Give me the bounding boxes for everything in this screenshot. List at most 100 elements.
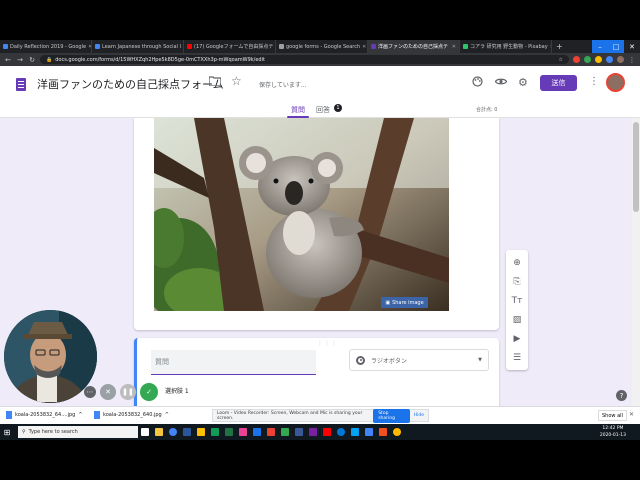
taskbar-app-icon[interactable] <box>194 424 208 440</box>
send-button[interactable]: 送信 <box>540 75 577 91</box>
favicon-icon <box>463 44 468 49</box>
taskbar-app-icon[interactable] <box>166 424 180 440</box>
browser-tab[interactable]: 洋画ファンのための自己採点テ ✕ <box>368 40 460 53</box>
taskbar-app-icon[interactable] <box>334 424 348 440</box>
add-image-icon[interactable]: ▨ <box>506 315 528 325</box>
close-tab-icon[interactable]: ✕ <box>452 44 456 50</box>
back-icon[interactable]: ← <box>4 56 12 64</box>
system-clock[interactable]: 12:42 PM 2020-01-13 <box>600 425 626 439</box>
windows-start-icon[interactable]: ⊞ <box>0 424 14 440</box>
download-item[interactable]: koala-2053832_64....jpg ^ <box>6 411 83 419</box>
clock-time: 12:42 PM <box>602 426 624 431</box>
question-type-dropdown[interactable]: ラジオボタン ▼ <box>349 349 489 371</box>
browser-tab[interactable]: google forms - Google Search ✕ <box>276 40 368 53</box>
taskbar-app-icon[interactable] <box>390 424 404 440</box>
recording-controls: ⋯ ✕ ❚❚ ✓ <box>84 383 158 401</box>
forms-logo-icon[interactable] <box>16 78 26 91</box>
close-tab-icon[interactable]: ✕ <box>362 44 366 50</box>
taskbar-app-icon[interactable] <box>264 424 278 440</box>
pause-icon[interactable]: ❚❚ <box>120 384 136 400</box>
favicon-icon <box>279 44 284 49</box>
add-section-icon[interactable]: ☰ <box>506 353 528 363</box>
browser-tab[interactable]: コアラ 研究用 野生動物 - Pixabay✕ <box>460 40 552 53</box>
taskbar-app-icon[interactable] <box>362 424 376 440</box>
extension-icon[interactable] <box>595 56 602 63</box>
stop-sharing-button[interactable]: Stop sharing <box>373 408 410 423</box>
extension-icon[interactable] <box>606 56 613 63</box>
taskbar-app-icon[interactable] <box>208 424 222 440</box>
tab-responses[interactable]: 回答 <box>316 105 330 115</box>
taskbar-app-icon[interactable] <box>138 424 152 440</box>
taskbar-app-icon[interactable] <box>180 424 194 440</box>
taskbar-search[interactable]: ⚲ Type here to search <box>18 426 138 438</box>
scroll-thumb[interactable] <box>633 122 639 212</box>
taskbar-app-icon[interactable] <box>348 424 362 440</box>
taskbar-app-icon[interactable] <box>376 424 390 440</box>
taskbar-app-icon[interactable] <box>250 424 264 440</box>
drag-handle-icon[interactable]: ⋮⋮⋮ <box>317 340 338 347</box>
new-tab-button[interactable]: + <box>552 42 567 51</box>
taskbar-app-icon[interactable] <box>320 424 334 440</box>
reload-icon[interactable]: ↻ <box>28 56 36 64</box>
more-icon[interactable]: ⋯ <box>84 386 96 398</box>
tab-questions[interactable]: 質問 <box>291 105 305 115</box>
taskbar-app-icon[interactable] <box>152 424 166 440</box>
chevron-up-icon[interactable]: ^ <box>78 412 82 418</box>
window-controls: – □ ✕ <box>592 40 640 53</box>
option-label[interactable]: 選択肢 1 <box>165 386 189 395</box>
account-avatar[interactable] <box>606 73 625 92</box>
taskbar: ⊞ ⚲ Type here to search 12:42 PM 2020-01… <box>0 424 640 440</box>
import-questions-icon[interactable]: ⎘ <box>506 277 528 287</box>
forward-icon[interactable]: → <box>16 56 24 64</box>
cancel-recording-icon[interactable]: ✕ <box>100 384 116 400</box>
show-all-button[interactable]: Show all <box>598 410 627 421</box>
add-question-icon[interactable]: ⊕ <box>506 258 528 268</box>
question-title-input[interactable]: 質問 <box>151 350 316 375</box>
palette-icon[interactable] <box>472 76 483 90</box>
browser-tab[interactable]: Daily Reflection 2019 - Google ✕ <box>0 40 92 53</box>
add-title-icon[interactable]: Tт <box>506 296 528 306</box>
share-image-button[interactable]: ▣ Share image <box>381 297 428 308</box>
finish-recording-icon[interactable]: ✓ <box>140 383 158 401</box>
question-card[interactable]: ⋮⋮⋮ 質問 ラジオボタン ▼ 選択肢 1 <box>134 338 499 406</box>
address-bar: ← → ↻ 🔒 docs.google.com/forms/d/15WHXZqh… <box>0 53 640 66</box>
preview-eye-icon[interactable] <box>494 76 508 89</box>
taskbar-app-icon[interactable] <box>278 424 292 440</box>
koala-image[interactable] <box>154 118 449 311</box>
download-item[interactable]: koala-2053832_640.jpg ^ <box>94 411 169 419</box>
profile-avatar[interactable] <box>617 56 624 63</box>
add-video-icon[interactable]: ▶ <box>506 334 528 344</box>
response-count-badge: 1 <box>334 104 342 112</box>
browser-tab[interactable]: Learn Japanese through Social I✕ <box>92 40 184 53</box>
browser-tab[interactable]: (17) Googleフォームで自由採点テ✕ <box>184 40 276 53</box>
favicon-icon <box>3 44 8 49</box>
star-icon[interactable]: ☆ <box>231 74 242 88</box>
bookmark-star-icon[interactable]: ☆ <box>559 57 563 63</box>
form-title[interactable]: 洋画ファンのための自己採点フォーム <box>37 76 224 92</box>
more-options-icon[interactable]: ⋮ <box>589 76 599 87</box>
chevron-up-icon[interactable]: ^ <box>165 412 169 418</box>
taskbar-app-icon[interactable] <box>306 424 320 440</box>
browser-tab-label: google forms - Google Search <box>286 43 361 50</box>
loom-message: Loom - Video Recorder: Screen, Webcam an… <box>217 410 363 421</box>
minimize-button[interactable]: – <box>592 40 608 53</box>
url-field[interactable]: 🔒 docs.google.com/forms/d/15WHXZqh2Hpe5k… <box>40 55 569 64</box>
settings-gear-icon[interactable]: ⚙ <box>518 76 528 89</box>
radio-button-icon <box>356 355 365 365</box>
extension-icon[interactable] <box>584 56 591 63</box>
page-scrollbar[interactable] <box>632 118 640 406</box>
help-icon[interactable]: ? <box>616 390 627 401</box>
folder-icon[interactable] <box>208 76 222 89</box>
chrome-menu-icon[interactable]: ⋮ <box>628 56 636 64</box>
maximize-button[interactable]: □ <box>608 40 624 53</box>
close-icon[interactable]: ✕ <box>629 411 634 418</box>
forms-header: 洋画ファンのための自己採点フォーム ☆ 保存しています... ⚙ 送信 ⋮ 質問… <box>0 66 640 118</box>
dropdown-caret-icon: ▼ <box>478 357 482 363</box>
hide-button[interactable]: Hide <box>414 413 424 418</box>
close-window-button[interactable]: ✕ <box>624 40 640 53</box>
taskbar-app-icon[interactable] <box>236 424 250 440</box>
extension-icon[interactable] <box>573 56 580 63</box>
taskbar-app-icon[interactable] <box>292 424 306 440</box>
taskbar-app-icon[interactable] <box>222 424 236 440</box>
url-text: docs.google.com/forms/d/15WHXZqh2Hpe5k8D… <box>55 56 265 63</box>
